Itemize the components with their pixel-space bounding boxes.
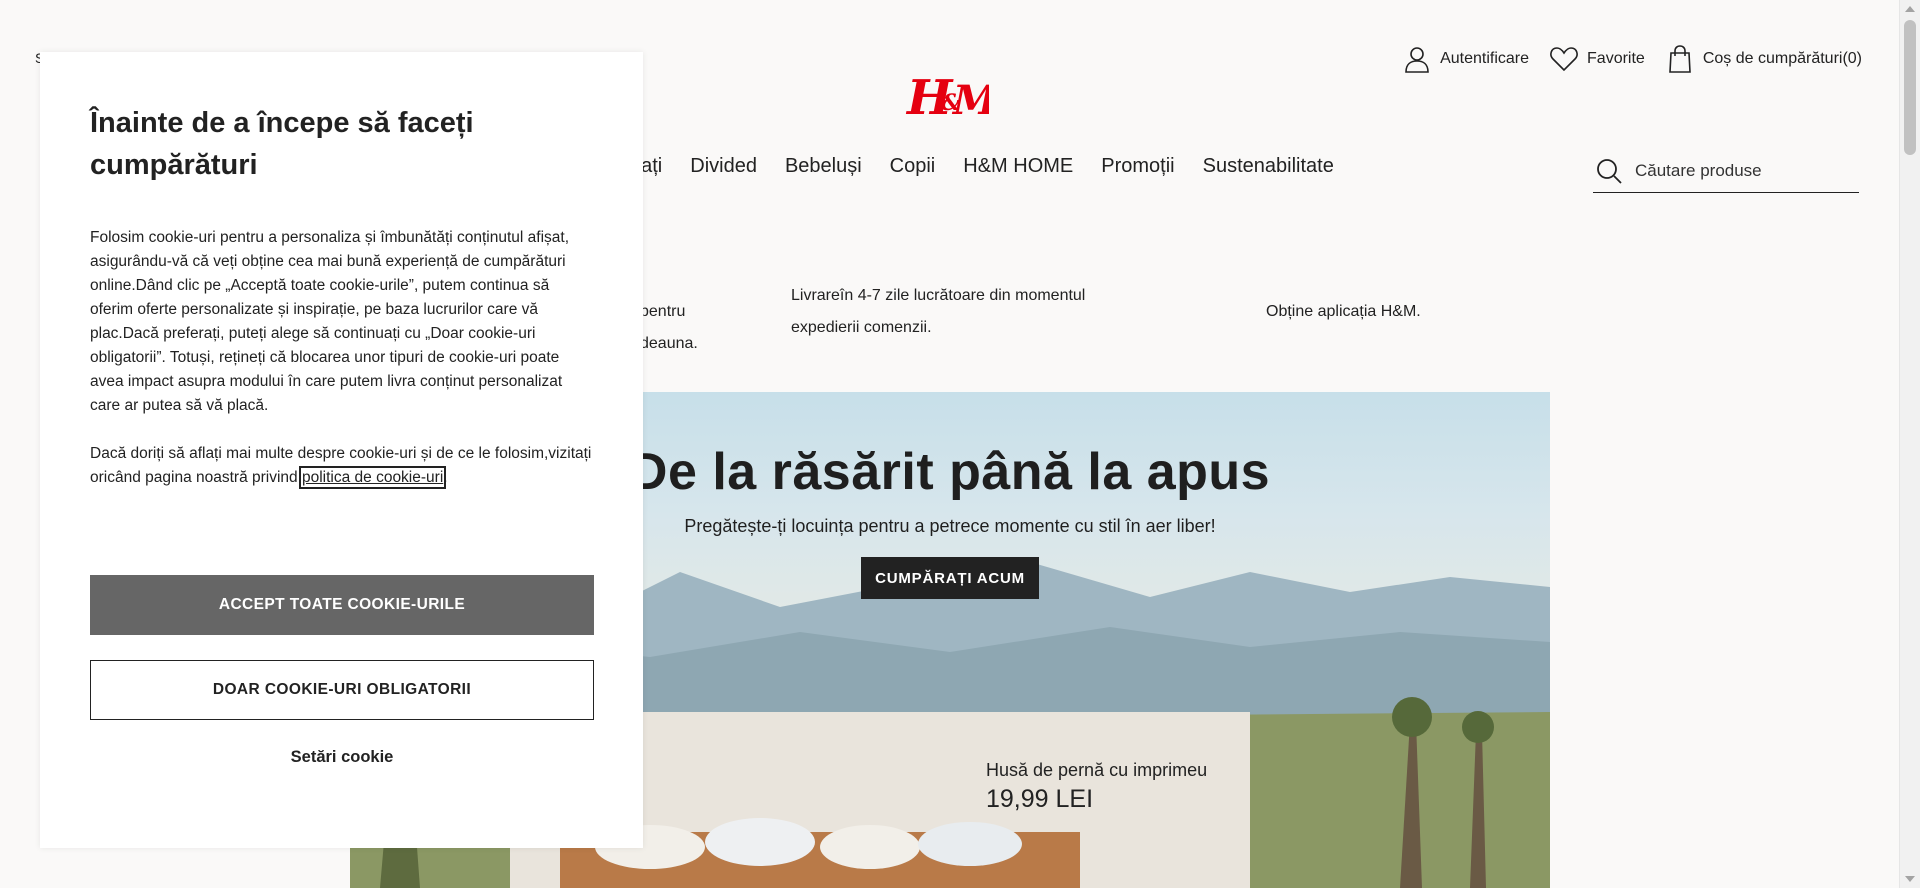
accept-all-cookies-button[interactable]: ACCEPT TOATE COOKIE-URILE [90, 575, 594, 635]
info-item-app[interactable]: Obține aplicația H&M. [1266, 296, 1421, 328]
info-item-delivery: Livrareîn 4-7 zile lucrătoare din moment… [791, 287, 1086, 336]
hm-logo[interactable]: H & M [905, 66, 989, 126]
cookie-consent-modal: Înainte de a începe să faceți cumpărătur… [40, 52, 643, 848]
product-price: 19,99 LEI [986, 785, 1094, 813]
main-nav: bați Divided Bebeluși Copii H&M HOME Pro… [630, 155, 1334, 178]
login-label: Autentificare [1440, 50, 1530, 67]
user-icon [1405, 47, 1429, 73]
login-link[interactable]: Autentificare [1402, 44, 1529, 74]
cookie-modal-body: Folosim cookie-uri pentru a personaliza … [90, 226, 596, 514]
scroll-up-arrow-icon[interactable] [1905, 6, 1915, 12]
cookie-paragraph-2-end: . [443, 469, 448, 486]
nav-item-sustenabilitate[interactable]: Sustenabilitate [1203, 155, 1334, 178]
scroll-thumb[interactable] [1904, 20, 1916, 155]
nav-item-hm-home[interactable]: H&M HOME [963, 155, 1073, 178]
shop-now-button[interactable]: CUMPĂRAȚI ACUM [861, 557, 1039, 599]
cookie-paragraph-1: Folosim cookie-uri pentru a personaliza … [90, 229, 570, 414]
cookie-paragraph-2: Dacă doriți să aflați mai multe despre c… [90, 442, 596, 490]
product-name[interactable]: Husă de pernă cu imprimeu [986, 760, 1207, 781]
page-scrollbar[interactable] [1899, 0, 1920, 888]
favorites-label: Favorite [1587, 50, 1645, 67]
info-item-1: pentru deauna. [640, 303, 698, 352]
cart-link[interactable]: Coș de cumpărături(0) [1665, 44, 1862, 74]
scroll-down-arrow-icon[interactable] [1905, 876, 1915, 882]
heart-icon [1550, 47, 1578, 72]
required-cookies-only-button[interactable]: DOAR COOKIE-URI OBLIGATORII [90, 660, 594, 720]
shopping-bag-icon [1668, 45, 1691, 73]
nav-item-promotii[interactable]: Promoții [1101, 155, 1174, 178]
nav-item-copii[interactable]: Copii [890, 155, 936, 178]
search-input[interactable] [1633, 160, 1847, 182]
nav-item-bebelusi[interactable]: Bebeluși [785, 155, 862, 178]
account-bar: Autentificare Favorite Coș de cumpărătur… [1402, 44, 1862, 74]
cookie-policy-link[interactable]: politica de cookie-uri [298, 466, 447, 489]
cart-label: Coș de cumpărături(0) [1702, 50, 1862, 67]
search-icon[interactable] [1595, 157, 1623, 185]
search-bar [1593, 150, 1859, 193]
cookie-settings-button[interactable]: Setări cookie [90, 740, 594, 774]
cookie-modal-title: Înainte de a începe să faceți cumpărătur… [90, 107, 474, 181]
favorites-link[interactable]: Favorite [1549, 44, 1645, 74]
svg-text:M: M [951, 77, 989, 124]
hm-logo-mark: H & M [905, 70, 989, 126]
nav-item-divided[interactable]: Divided [690, 155, 757, 178]
